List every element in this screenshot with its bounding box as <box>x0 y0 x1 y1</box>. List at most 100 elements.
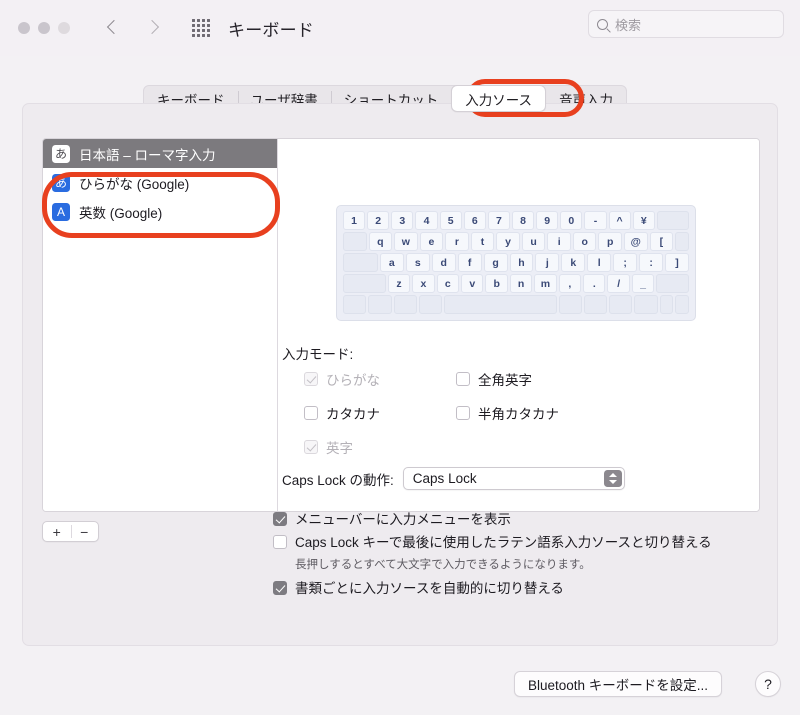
add-source-button[interactable]: + <box>43 522 71 541</box>
chevron-right-icon[interactable] <box>142 17 164 39</box>
keyboard-row-bottom: z x c v b n m , . / _ <box>343 274 689 293</box>
list-item-label: ひらがな (Google) <box>79 176 190 192</box>
setup-bluetooth-keyboard-button[interactable]: Bluetooth キーボードを設定... <box>514 671 723 697</box>
tab-input-sources[interactable]: 入力ソース <box>451 85 547 112</box>
checkbox-eiji[interactable] <box>304 440 318 454</box>
option-sublabel: 長押しするとすべて大文字で入力できるようになります。 <box>295 559 591 571</box>
checkbox-label: 英字 <box>326 441 353 456</box>
checkbox-katakana[interactable] <box>304 406 318 420</box>
checkbox-label: 半角カタカナ <box>478 407 559 422</box>
key-blank <box>583 295 608 314</box>
key: 1 <box>343 211 366 230</box>
key-blank <box>558 295 582 314</box>
option-row-show-input-menu[interactable]: メニューバーに入力メニューを表示 <box>273 512 763 528</box>
checkbox-fullwidth-alphanumeric[interactable] <box>456 372 470 386</box>
key: y <box>496 232 520 251</box>
key-blank-space <box>444 295 557 314</box>
system-preferences-window: キーボード 検索 キーボード ユーザ辞書 ショートカット 入力ソース 音声入力 … <box>0 0 800 715</box>
key: ¥ <box>632 211 655 230</box>
search-field[interactable]: 検索 <box>588 10 784 38</box>
key: 3 <box>391 211 414 230</box>
key: m <box>534 274 557 293</box>
checkbox-row-fullwidth-alphanumeric[interactable]: 全角英字 <box>456 369 626 389</box>
source-badge-icon: あ <box>52 173 70 192</box>
remove-source-button[interactable]: − <box>70 522 99 541</box>
key: c <box>436 274 460 293</box>
key-blank <box>659 295 674 314</box>
key: [ <box>649 232 674 251</box>
input-source-list[interactable]: あ 日本語 – ローマ字入力 あ ひらがな (Google) A 英数 (Goo… <box>43 139 278 511</box>
key: r <box>445 232 469 251</box>
option-row-auto-switch-per-document[interactable]: 書類ごとに入力ソースを自動的に切り替える <box>273 581 763 597</box>
key: _ <box>631 274 655 293</box>
list-item-hiragana-google[interactable]: あ ひらがな (Google) <box>43 168 277 197</box>
option-label: Caps Lock キーで最後に使用したラテン語系入力ソースと切り替える <box>295 535 712 550</box>
checkbox-row-halfwidth-katakana[interactable]: 半角カタカナ <box>456 403 626 423</box>
list-item-label: 英数 (Google) <box>79 205 163 221</box>
search-placeholder: 検索 <box>615 17 642 33</box>
chevron-left-icon[interactable] <box>102 17 124 39</box>
search-icon <box>597 18 608 30</box>
key: u <box>521 232 546 251</box>
list-item-label: 日本語 – ローマ字入力 <box>79 147 216 163</box>
close-button[interactable] <box>18 22 30 34</box>
key-blank <box>675 232 689 251</box>
key: @ <box>624 232 648 251</box>
help-button[interactable]: ? <box>755 671 781 697</box>
key: k <box>561 253 586 272</box>
key-blank <box>368 295 392 314</box>
checkbox-row-katakana[interactable]: カタカナ <box>304 403 456 423</box>
key: x <box>412 274 435 293</box>
option-row-caps-lock-switch[interactable]: Caps Lock キーで最後に使用したラテン語系入力ソースと切り替える <box>273 535 763 551</box>
key-blank <box>656 211 690 230</box>
chevron-up-down-icon[interactable] <box>603 470 622 487</box>
key: : <box>639 253 664 272</box>
key: ; <box>613 253 638 272</box>
zoom-button[interactable] <box>58 22 70 34</box>
key: v <box>461 274 484 293</box>
key: 2 <box>367 211 390 230</box>
key: n <box>509 274 533 293</box>
navigation-buttons <box>102 17 164 39</box>
key: . <box>583 274 606 293</box>
minimize-button[interactable] <box>38 22 50 34</box>
key: j <box>535 253 560 272</box>
key: - <box>584 211 607 230</box>
caps-lock-value: Caps Lock <box>412 471 477 486</box>
key: 7 <box>487 211 510 230</box>
key: 5 <box>439 211 462 230</box>
title-bar: キーボード 検索 <box>0 0 800 56</box>
source-badge-icon: A <box>52 202 70 221</box>
key-blank <box>609 295 633 314</box>
checkbox-row-eiji[interactable]: 英字 <box>304 437 456 457</box>
checkbox-show-input-menu[interactable] <box>273 512 287 526</box>
list-item-eisu-google[interactable]: A 英数 (Google) <box>43 197 277 226</box>
checkbox-auto-switch-per-document[interactable] <box>273 581 287 595</box>
key-blank <box>343 274 386 293</box>
key: g <box>483 253 508 272</box>
option-label: メニューバーに入力メニューを表示 <box>295 512 511 527</box>
keyboard-row-numbers: 1 2 3 4 5 6 7 8 9 0 - ^ ¥ <box>343 211 690 230</box>
keyboard-row-top: q w e r t y u i o p @ [ <box>343 232 689 251</box>
input-mode-options: ひらがな 全角英字 カタカナ 半角カタカナ 英字 <box>304 369 634 457</box>
input-sources-box: あ 日本語 – ローマ字入力 あ ひらがな (Google) A 英数 (Goo… <box>42 138 760 512</box>
key: 0 <box>560 211 583 230</box>
checkbox-label: カタカナ <box>326 407 380 422</box>
source-badge-icon: あ <box>52 144 70 163</box>
keyboard-layout-preview: 1 2 3 4 5 6 7 8 9 0 - ^ ¥ q w e r t y u … <box>336 205 696 321</box>
caps-lock-popup-button[interactable]: Caps Lock <box>402 467 625 490</box>
key: d <box>431 253 456 272</box>
key: p <box>598 232 623 251</box>
checkbox-caps-lock-switch[interactable] <box>273 535 287 549</box>
key: w <box>394 232 418 251</box>
key: 4 <box>415 211 438 230</box>
checkbox-halfwidth-katakana[interactable] <box>456 406 470 420</box>
grid-icon[interactable] <box>192 19 210 37</box>
checkbox-hiragana[interactable] <box>304 372 318 386</box>
key-blank <box>343 295 367 314</box>
page-title: キーボード <box>228 20 314 40</box>
key: ^ <box>608 211 631 230</box>
list-item-japanese-romaji[interactable]: あ 日本語 – ローマ字入力 <box>43 139 277 168</box>
checkbox-row-hiragana[interactable]: ひらがな <box>304 369 456 389</box>
